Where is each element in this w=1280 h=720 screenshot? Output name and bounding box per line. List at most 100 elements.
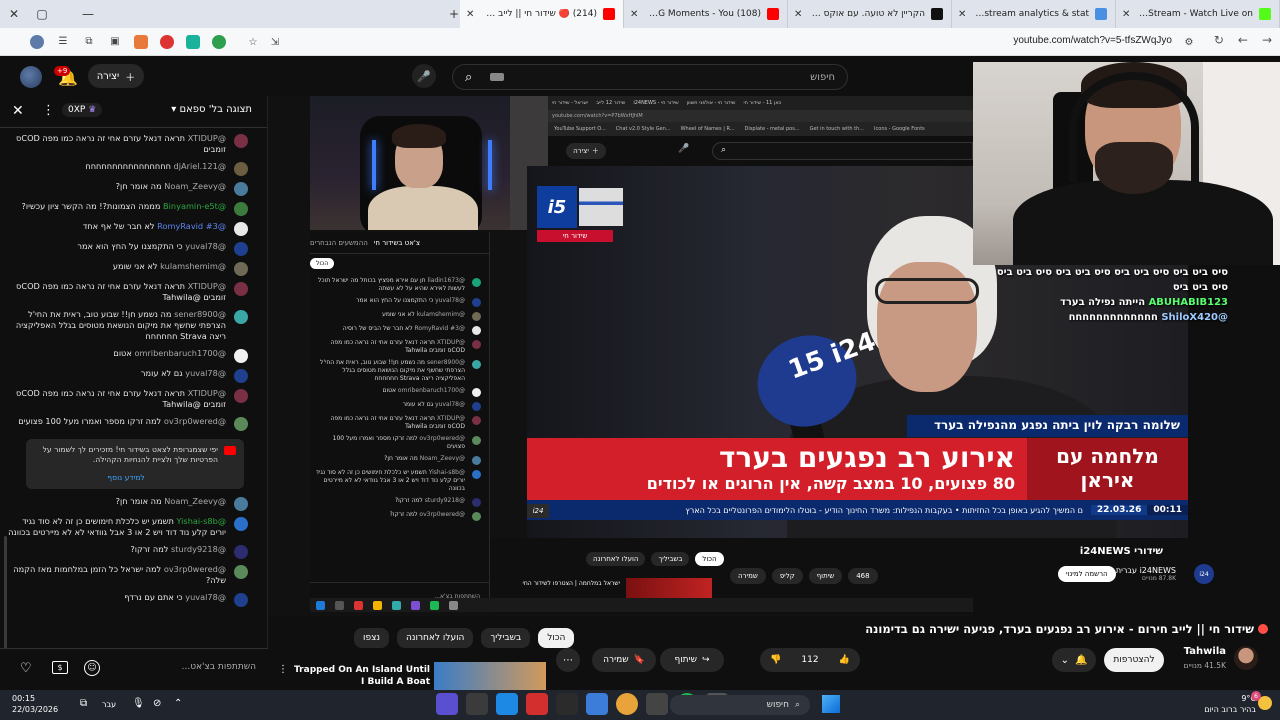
- more-actions-button[interactable]: ⋯: [556, 648, 580, 672]
- dislike-button[interactable]: 👎: [770, 655, 781, 665]
- site-settings-icon[interactable]: ⚙: [1182, 35, 1196, 49]
- chat-avatar[interactable]: [234, 497, 248, 511]
- tab-close-icon[interactable]: ✕: [466, 9, 474, 20]
- learn-more-link[interactable]: למידע נוסף: [34, 473, 218, 483]
- account-avatar[interactable]: [20, 66, 42, 88]
- window-minimize-icon[interactable]: —: [74, 0, 102, 28]
- chat-username[interactable]: @sturdy9218: [171, 544, 226, 554]
- channel-avatar[interactable]: [1234, 646, 1258, 670]
- chat-avatar[interactable]: [234, 182, 248, 196]
- close-chat-icon[interactable]: ✕: [12, 103, 24, 119]
- chat-username[interactable]: @Noam_Zeevy: [164, 181, 226, 191]
- tab-close-icon[interactable]: ✕: [1122, 9, 1130, 20]
- chat-avatar[interactable]: [234, 545, 248, 559]
- extension-red-icon[interactable]: [160, 34, 174, 49]
- share-button[interactable]: שיתוף ↪: [660, 648, 724, 672]
- browser-tab[interactable]: LiorsLife Stream - Watch Live on✕: [1116, 0, 1280, 28]
- mute-tray-icon[interactable]: ⊘: [153, 698, 161, 709]
- chat-avatar[interactable]: [234, 369, 248, 383]
- extension-icon[interactable]: ☰: [56, 35, 70, 49]
- inner-chat-filter-chip[interactable]: הכול: [310, 258, 335, 269]
- chip-2[interactable]: הועלו לאחרונה: [397, 628, 474, 648]
- voice-search-mic-icon[interactable]: 🎤: [412, 64, 436, 88]
- app-icon[interactable]: [526, 693, 548, 715]
- chat-avatar[interactable]: [234, 417, 248, 431]
- chat-username[interactable]: @omribenbaruch1700: [134, 348, 226, 358]
- chat-username[interactable]: @yuval78: [185, 241, 226, 251]
- heart-reaction-icon[interactable]: ♡: [20, 661, 32, 676]
- browser-tab[interactable]: (214) 🔴 שידור חי || לייב חירום ✕: [460, 0, 624, 28]
- mic-tray-icon[interactable]: 🎙: [132, 698, 145, 709]
- network-icon[interactable]: ⧉: [80, 698, 87, 709]
- chat-avatar[interactable]: [234, 202, 248, 216]
- search-input[interactable]: ⌕ חיפוש: [452, 64, 848, 90]
- chat-mode-dropdown[interactable]: תצוגה בל' ספאם ▾: [171, 104, 252, 115]
- chat-username[interactable]: @Binyamin-e5t: [163, 201, 226, 211]
- url-field[interactable]: youtube.com/watch?v=5-tfsZWqJyo: [1013, 35, 1172, 46]
- bookmark-star-icon[interactable]: ☆: [246, 35, 260, 49]
- window-maximize-icon[interactable]: ▢: [28, 0, 56, 28]
- windows-start-icon[interactable]: [822, 695, 840, 713]
- chrome-icon[interactable]: [616, 693, 638, 715]
- xp-badge[interactable]: 0XP ♛: [62, 103, 103, 117]
- chip-3[interactable]: נצפו: [354, 628, 390, 648]
- app-icon[interactable]: [556, 693, 578, 715]
- save-button[interactable]: שמירה 🔖: [592, 648, 656, 672]
- extension-green-icon[interactable]: [212, 34, 226, 49]
- chat-username[interactable]: @XTIDUP: [188, 133, 226, 143]
- chat-username[interactable]: @yuval78: [185, 368, 226, 378]
- chat-username[interactable]: @Noam_Zeevy: [164, 496, 226, 506]
- chat-username[interactable]: @sener8900: [174, 309, 226, 319]
- chat-username[interactable]: @XTIDUP: [188, 388, 226, 398]
- puzzle-icon[interactable]: ⧉: [82, 35, 96, 49]
- forward-icon[interactable]: ←: [1238, 33, 1248, 47]
- notification-preferences-button[interactable]: ⌄ 🔔: [1052, 648, 1096, 672]
- chat-username[interactable]: @yuval78: [185, 592, 226, 602]
- keyboard-icon[interactable]: [490, 73, 505, 81]
- subscribe-button[interactable]: להצטרפות: [1104, 648, 1164, 672]
- like-button[interactable]: 👍: [839, 655, 850, 665]
- chat-avatar[interactable]: [234, 262, 248, 276]
- language-indicator[interactable]: עבר: [102, 700, 116, 709]
- discord-icon[interactable]: [436, 693, 458, 715]
- chip-1[interactable]: בשביליך: [481, 628, 531, 648]
- chat-username[interactable]: @kulamshemim: [160, 261, 226, 271]
- app-icon[interactable]: [466, 693, 488, 715]
- chat-avatar[interactable]: [234, 134, 248, 148]
- chat-avatar[interactable]: [234, 389, 248, 403]
- chat-avatar[interactable]: [234, 162, 248, 176]
- window-close-icon[interactable]: ✕: [0, 0, 28, 28]
- task-view-icon[interactable]: [586, 693, 608, 715]
- chat-username[interactable]: @Yishai-s8b: [176, 516, 226, 526]
- tray-chevron-icon[interactable]: ⌃: [174, 698, 182, 709]
- super-chat-icon[interactable]: $: [52, 661, 68, 674]
- weather-widget[interactable]: 9°C בהיר ברוב היום: [1200, 693, 1256, 715]
- screenshot-icon[interactable]: ▣: [108, 35, 122, 49]
- taskbar-search[interactable]: חיפוש ⌕: [670, 695, 810, 715]
- clock[interactable]: 00:15 22/03/2026: [12, 693, 58, 715]
- extension-teal-icon[interactable]: [186, 34, 200, 49]
- chat-avatar[interactable]: [234, 222, 248, 236]
- tab-close-icon[interactable]: ✕: [794, 9, 802, 20]
- extension-orange-icon[interactable]: [134, 34, 148, 49]
- browser-tab[interactable]: odedsvr stream analytics & stat✕: [952, 0, 1116, 28]
- chat-input-field[interactable]: השתתפות בצ'אט...: [106, 659, 256, 677]
- create-button[interactable]: יצירה ＋: [88, 64, 144, 88]
- recommended-more-icon[interactable]: ⋮: [278, 664, 288, 675]
- tab-close-icon[interactable]: ✕: [958, 9, 966, 20]
- chat-username[interactable]: @ov3rp0wered: [164, 564, 226, 574]
- browser-tab[interactable]: (108) RonenGG Moments - You ✕: [624, 0, 788, 28]
- back-icon[interactable]: →: [1262, 33, 1272, 47]
- chat-username[interactable]: @RomyRavid #3: [157, 221, 226, 231]
- reload-icon[interactable]: ↻: [1214, 33, 1224, 47]
- chat-username[interactable]: @XTIDUP: [188, 281, 226, 291]
- profile-icon[interactable]: [30, 34, 44, 49]
- chat-avatar[interactable]: [234, 349, 248, 363]
- chat-avatar[interactable]: [234, 282, 248, 296]
- chat-avatar[interactable]: [234, 565, 248, 579]
- chat-avatar[interactable]: [234, 517, 248, 531]
- recommended-video-title[interactable]: Trapped On An Island Until I Build A Boa…: [292, 664, 430, 688]
- install-app-icon[interactable]: ⇲: [268, 35, 282, 49]
- tab-close-icon[interactable]: ✕: [630, 9, 638, 20]
- recommended-video-thumbnail[interactable]: [434, 662, 546, 690]
